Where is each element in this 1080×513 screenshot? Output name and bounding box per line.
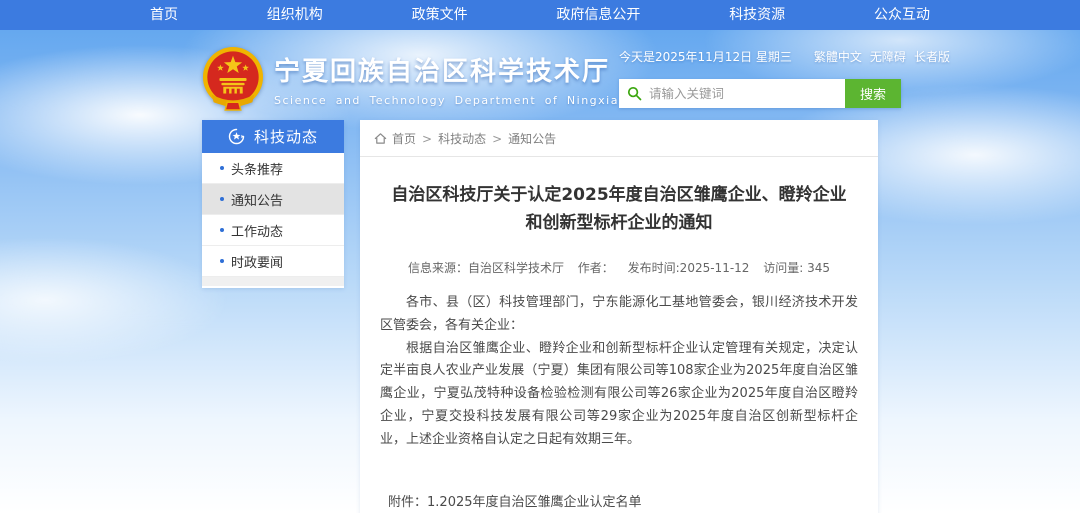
article-title: 自治区科技厅关于认定2025年度自治区雏鹰企业、瞪羚企业 和创新型标杆企业的通知 (380, 181, 858, 237)
nav-item-org[interactable]: 组织机构 (257, 0, 333, 30)
article-paragraph: 各市、县（区）科技管理部门，宁东能源化工基地管委会，银川经济技术开发区管委会，各… (380, 292, 858, 338)
breadcrumb-notices[interactable]: 通知公告 (508, 130, 556, 147)
bullet-dot-icon (220, 166, 224, 170)
breadcrumb-separator: > (422, 132, 432, 146)
site-title: 宁夏回族自治区科学技术厅 (274, 51, 619, 88)
article: 自治区科技厅关于认定2025年度自治区雏鹰企业、瞪羚企业 和创新型标杆企业的通知… (360, 181, 878, 513)
nav-item-home[interactable]: 首页 (140, 0, 188, 30)
meta-publish-date: 发布时间:2025-11-12 (628, 261, 750, 275)
nav-item-interaction[interactable]: 公众互动 (864, 0, 940, 30)
content-panel: 首页 > 科技动态 > 通知公告 自治区科技厅关于认定2025年度自治区雏鹰企业… (360, 120, 878, 513)
site-logo[interactable]: 宁夏回族自治区科学技术厅 ScienceandTechnologyDepartm… (202, 46, 619, 112)
sidebar-item-work-trends[interactable]: 工作动态 (202, 215, 344, 246)
link-accessibility[interactable]: 无障碍 (870, 48, 906, 65)
search-button[interactable]: 搜索 (845, 79, 901, 108)
bullet-dot-icon (220, 228, 224, 232)
bullet-dot-icon (220, 197, 224, 201)
site-subtitle: ScienceandTechnologyDepartmentofNingxia (274, 94, 619, 107)
breadcrumb: 首页 > 科技动态 > 通知公告 (360, 120, 878, 157)
site-header: 宁夏回族自治区科学技术厅 ScienceandTechnologyDepartm… (202, 46, 878, 112)
meta-visit-count: 访问量: 345 (763, 261, 830, 275)
attachment-link-1[interactable]: 1.2025年度自治区雏鹰企业认定名单 (427, 491, 642, 513)
national-emblem-icon (202, 46, 264, 112)
meta-source: 信息来源：自治区科学技术厅 (408, 261, 564, 275)
star-circle-icon (228, 128, 245, 145)
breadcrumb-tech-news[interactable]: 科技动态 (438, 130, 486, 147)
home-icon (374, 132, 387, 145)
search-icon (627, 86, 642, 101)
sidebar: 科技动态 头条推荐 通知公告 工作动态 时政要闻 (202, 120, 344, 288)
article-body: 各市、县（区）科技管理部门，宁东能源化工基地管委会，银川经济技术开发区管委会，各… (380, 292, 858, 451)
sidebar-title: 科技动态 (202, 120, 344, 153)
search-input[interactable] (649, 86, 837, 101)
search-bar: 搜索 (619, 79, 901, 108)
link-elder-version[interactable]: 长者版 (914, 48, 950, 65)
article-paragraph: 根据自治区雏鹰企业、瞪羚企业和创新型标杆企业认定管理有关规定，决定认定半亩良人农… (380, 338, 858, 452)
article-meta: 信息来源：自治区科学技术厅 作者： 发布时间:2025-11-12 访问量: 3… (380, 259, 858, 276)
sidebar-item-headlines[interactable]: 头条推荐 (202, 153, 344, 184)
attachments-label: 附件： (388, 491, 427, 513)
meta-author: 作者： (578, 261, 614, 275)
main-area: 科技动态 头条推荐 通知公告 工作动态 时政要闻 (202, 120, 878, 513)
current-date-text: 今天是2025年11月12日 星期三 (619, 48, 792, 65)
attachments-list: 附件： 1.2025年度自治区雏鹰企业认定名单 2.2025年度自治区瞪羚企业认… (380, 491, 858, 513)
header-utility-area: 今天是2025年11月12日 星期三 繁體中文 无障碍 长者版 搜索 (619, 46, 901, 112)
nav-item-policy[interactable]: 政策文件 (402, 0, 478, 30)
nav-item-resources[interactable]: 科技资源 (719, 0, 795, 30)
site-title-block: 宁夏回族自治区科学技术厅 ScienceandTechnologyDepartm… (274, 51, 619, 107)
breadcrumb-home[interactable]: 首页 (392, 130, 416, 147)
top-nav-items: 首页 组织机构 政策文件 政府信息公开 科技资源 公众互动 (140, 0, 940, 30)
link-traditional-chinese[interactable]: 繁體中文 (814, 48, 862, 65)
nav-item-gov-info[interactable]: 政府信息公开 (546, 0, 650, 30)
sidebar-item-notices[interactable]: 通知公告 (202, 184, 344, 215)
sidebar-item-current-politics[interactable]: 时政要闻 (202, 246, 344, 277)
bullet-dot-icon (220, 259, 224, 263)
breadcrumb-separator: > (492, 132, 502, 146)
sidebar-footer-strip (202, 277, 344, 286)
top-nav-bar: 首页 组织机构 政策文件 政府信息公开 科技资源 公众互动 (0, 0, 1080, 30)
